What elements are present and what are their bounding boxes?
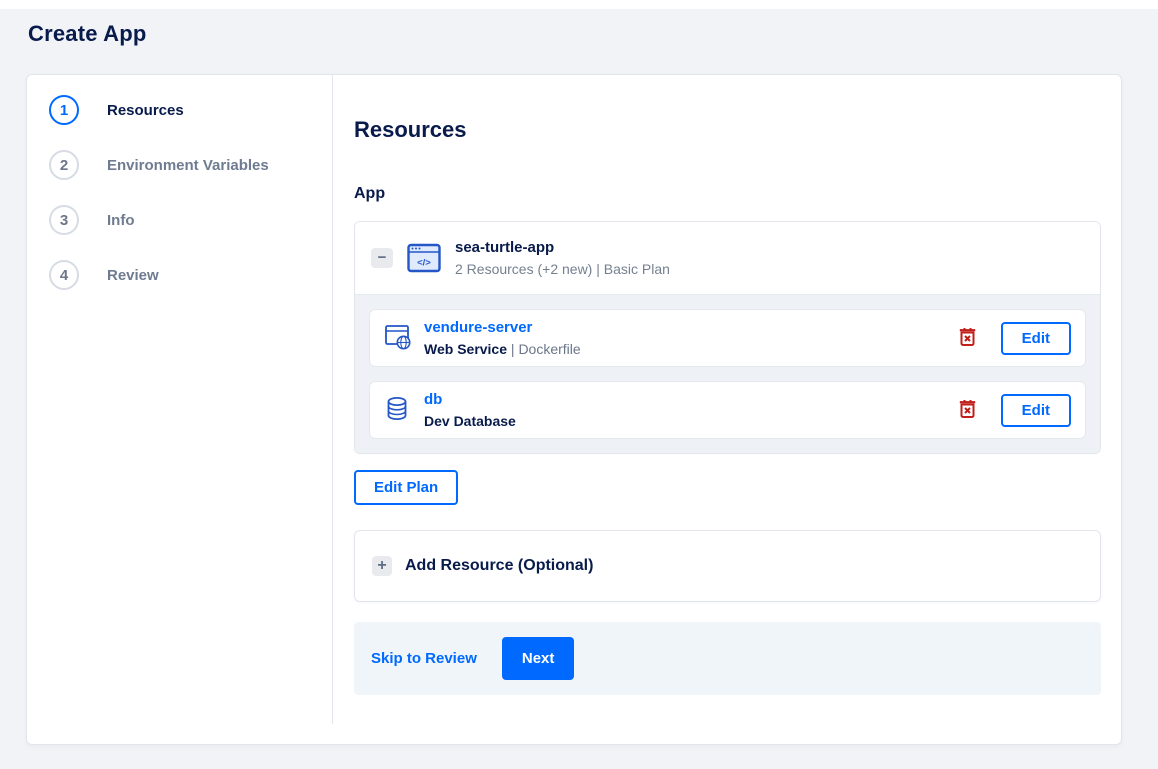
- step-number-badge: 3: [49, 205, 79, 235]
- step-label: Info: [107, 211, 135, 229]
- resource-subtitle: Dev Database: [424, 413, 959, 429]
- edit-resource-button[interactable]: Edit: [1000, 393, 1071, 427]
- app-group-body: vendure-server Web Service | Dockerfile: [355, 294, 1100, 453]
- resources-heading: Resources: [354, 117, 467, 142]
- page-title: Create App: [28, 21, 147, 46]
- resource-name-link[interactable]: db: [424, 391, 442, 408]
- resource-detail: Dockerfile: [518, 341, 581, 357]
- app-window-code-icon: </>: [407, 243, 441, 273]
- app-name: sea-turtle-app: [455, 239, 555, 256]
- step-review[interactable]: 4 Review: [49, 260, 332, 290]
- wizard-footer: Skip to Review Next: [354, 622, 1101, 695]
- next-button[interactable]: Next: [501, 637, 575, 680]
- step-number-badge: 1: [49, 95, 79, 125]
- app-section-label: App: [354, 185, 386, 202]
- trash-icon: [959, 327, 976, 349]
- step-number-badge: 4: [49, 260, 79, 290]
- resource-type: Web Service: [424, 341, 508, 357]
- resource-row-db: db Dev Database Edit: [369, 381, 1086, 439]
- skip-to-review-link[interactable]: Skip to Review: [371, 650, 477, 667]
- trash-icon: [959, 399, 976, 421]
- app-group-header: − </> sea-turtle-app 2 Resources (+2 new…: [355, 222, 1100, 294]
- step-info[interactable]: 3 Info: [49, 205, 332, 235]
- step-number-badge: 2: [49, 150, 79, 180]
- svg-text:</>: </>: [417, 258, 431, 269]
- collapse-button[interactable]: −: [371, 248, 393, 268]
- step-resources[interactable]: 1 Resources: [49, 95, 332, 125]
- top-strip: [0, 0, 1158, 9]
- resource-name-link[interactable]: vendure-server: [424, 319, 532, 336]
- minus-icon: −: [377, 249, 387, 266]
- resource-type: Dev Database: [424, 413, 516, 429]
- app-group-card: − </> sea-turtle-app 2 Resources (+2 new…: [354, 221, 1101, 454]
- database-icon: [384, 395, 414, 425]
- delete-resource-button[interactable]: [959, 327, 976, 349]
- add-resource-section[interactable]: + Add Resource (Optional): [354, 530, 1101, 602]
- resource-separator: |: [510, 341, 515, 357]
- app-summary: 2 Resources (+2 new) | Basic Plan: [455, 261, 670, 277]
- app-group-text: sea-turtle-app 2 Resources (+2 new) | Ba…: [455, 239, 670, 277]
- step-content: Resources App − </> sea-turtle-app 2 Res…: [333, 75, 1121, 744]
- step-label: Review: [107, 266, 159, 284]
- add-resource-label: Add Resource (Optional): [405, 557, 594, 574]
- step-environment-variables[interactable]: 2 Environment Variables: [49, 150, 332, 180]
- step-label: Environment Variables: [107, 156, 269, 174]
- resource-text: vendure-server Web Service | Dockerfile: [424, 319, 959, 357]
- wizard-steps: 1 Resources 2 Environment Variables 3 In…: [27, 75, 333, 724]
- resource-text: db Dev Database: [424, 391, 959, 429]
- delete-resource-button[interactable]: [959, 399, 976, 421]
- resource-row-vendure-server: vendure-server Web Service | Dockerfile: [369, 309, 1086, 367]
- plus-icon: +: [372, 556, 392, 576]
- edit-plan-button[interactable]: Edit Plan: [354, 470, 459, 505]
- edit-resource-button[interactable]: Edit: [1000, 321, 1071, 355]
- create-app-card: 1 Resources 2 Environment Variables 3 In…: [26, 74, 1122, 745]
- web-service-icon: [384, 323, 414, 353]
- resource-subtitle: Web Service | Dockerfile: [424, 341, 959, 357]
- step-label: Resources: [107, 101, 184, 119]
